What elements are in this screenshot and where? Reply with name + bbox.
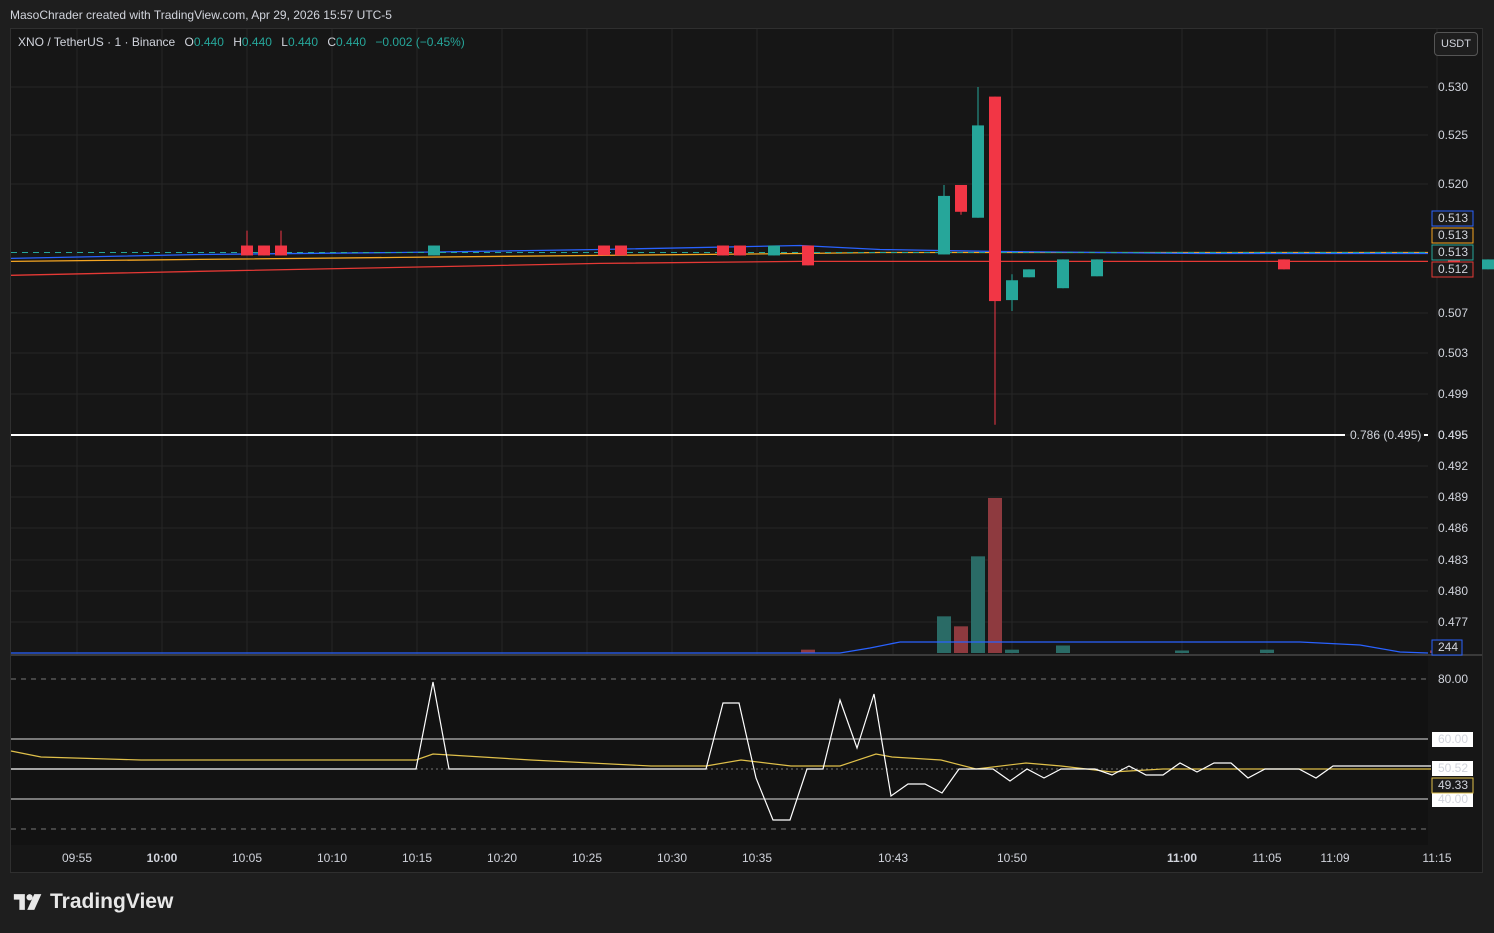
- time-tick-label: 10:05: [232, 851, 262, 865]
- candle-body: [989, 96, 1001, 302]
- brand-label: TradingView: [50, 890, 174, 913]
- price-tick-label: 0.489: [1438, 490, 1468, 504]
- candle-body: [1278, 259, 1290, 270]
- time-tick-label: 11:00: [1167, 851, 1197, 865]
- candle-body: [615, 245, 627, 256]
- candle-body: [734, 245, 746, 256]
- price-badge-label: 0.512: [1438, 262, 1468, 276]
- symbol-legend[interactable]: XNO / TetherUS · 1 · Binance O0.440 H0.4…: [18, 35, 465, 49]
- volume-bars: [11, 498, 1444, 654]
- rsi-ma-badge-label: 49.33: [1438, 778, 1468, 792]
- price-tick-label: 0.507: [1438, 306, 1468, 320]
- volume-bar: [1175, 650, 1189, 653]
- rsi-tick-label: 80.00: [1438, 672, 1468, 686]
- candle-body: [1023, 269, 1035, 278]
- low-key: L: [281, 35, 288, 49]
- low-value: 0.440: [287, 35, 319, 49]
- time-tick-label: 11:05: [1252, 851, 1281, 865]
- time-tick-label: 10:50: [997, 851, 1027, 865]
- candle-body: [275, 245, 287, 256]
- high-key: H: [233, 35, 242, 49]
- time-tick-label: 10:35: [742, 851, 772, 865]
- rsi-value-badge-label: 50.52: [1438, 761, 1468, 775]
- price-tick-label: 0.525: [1438, 128, 1468, 142]
- candle-body: [938, 195, 950, 255]
- close-key: C: [327, 35, 337, 49]
- volume-bar: [937, 616, 951, 653]
- price-tick-label: 0.530: [1438, 80, 1468, 94]
- time-tick-label: 10:20: [487, 851, 517, 865]
- open-value: 0.440: [193, 35, 224, 49]
- volume-bar: [954, 626, 968, 653]
- candle-body: [258, 245, 270, 256]
- time-tick-label: 10:00: [147, 851, 178, 865]
- price-tick-label: 0.499: [1438, 387, 1468, 401]
- volume-bar: [988, 498, 1002, 653]
- fib-level[interactable]: 0.786 (0.495): [11, 428, 1428, 442]
- volume-bar: [1005, 649, 1019, 653]
- time-tick-label: 09:55: [62, 851, 92, 865]
- volume-ma-line: [11, 641, 1429, 654]
- candle-body: [1057, 259, 1069, 289]
- rsi-level-badge-label: 40.00: [1438, 792, 1468, 806]
- tradingview-brand[interactable]: TradingView: [12, 890, 173, 914]
- price-tick-label: 0.495: [1438, 428, 1468, 442]
- volume-badge-label: 244: [1438, 640, 1458, 654]
- price-badge-label: 0.513: [1438, 228, 1468, 242]
- open-key: O: [184, 35, 194, 49]
- time-tick-label: 11:15: [1422, 851, 1451, 865]
- candle-body: [1006, 280, 1018, 301]
- change-value: −0.002 (−0.45%): [375, 35, 465, 49]
- time-tick-label: 10:43: [878, 851, 908, 865]
- candles: [241, 87, 1494, 425]
- symbol-name[interactable]: XNO / TetherUS · 1 · Binance: [18, 35, 175, 49]
- candle-body: [717, 245, 729, 256]
- price-tick-label: 0.480: [1438, 584, 1468, 598]
- grid: [11, 29, 1482, 845]
- currency-button[interactable]: USDT: [1434, 32, 1478, 56]
- price-badge-label: 0.513: [1438, 245, 1468, 259]
- price-tick-label: 0.492: [1438, 459, 1468, 473]
- time-tick-label: 10:25: [572, 851, 602, 865]
- candle-body: [1091, 259, 1103, 277]
- time-tick-label: 10:15: [402, 851, 432, 865]
- price-tick-label: 0.483: [1438, 553, 1468, 567]
- rsi-level-badge-label: 60.00: [1438, 732, 1468, 746]
- candle-body: [241, 245, 253, 256]
- chart-canvas[interactable]: 0.786 (0.495) 0.5300.5250.5200.5070.5030…: [0, 0, 1494, 933]
- candle-body: [972, 125, 984, 218]
- candle-body: [955, 184, 967, 212]
- high-value: 0.440: [241, 35, 272, 49]
- time-tick-label: 10:30: [657, 851, 687, 865]
- price-badges: 0.513 0.513 0.513 0.512 244 60.00 40.00 50.52 49…: [1431, 210, 1474, 807]
- tradingview-logo-icon: [13, 894, 42, 910]
- price-tick-label: 0.503: [1438, 346, 1468, 360]
- candle-body: [768, 245, 780, 256]
- ma-red-line: [10, 260, 1428, 276]
- time-tick-label: 10:10: [317, 851, 347, 865]
- time-tick-label: 11:09: [1320, 851, 1349, 865]
- fib-label: 0.786 (0.495): [1350, 428, 1421, 442]
- volume-bar: [1260, 649, 1274, 653]
- price-tick-label: 0.486: [1438, 521, 1468, 535]
- close-value: 0.440: [336, 35, 367, 49]
- candle-body: [1482, 259, 1494, 270]
- volume-bar: [971, 556, 985, 653]
- rsi-pane-background: [11, 656, 1428, 845]
- price-badge-label: 0.513: [1438, 211, 1468, 225]
- volume-bar: [1056, 645, 1070, 653]
- candle-body: [598, 245, 610, 256]
- price-tick-label: 0.477: [1438, 615, 1468, 629]
- candle-body: [802, 245, 814, 266]
- price-tick-label: 0.520: [1438, 177, 1468, 191]
- candle-body: [428, 245, 440, 256]
